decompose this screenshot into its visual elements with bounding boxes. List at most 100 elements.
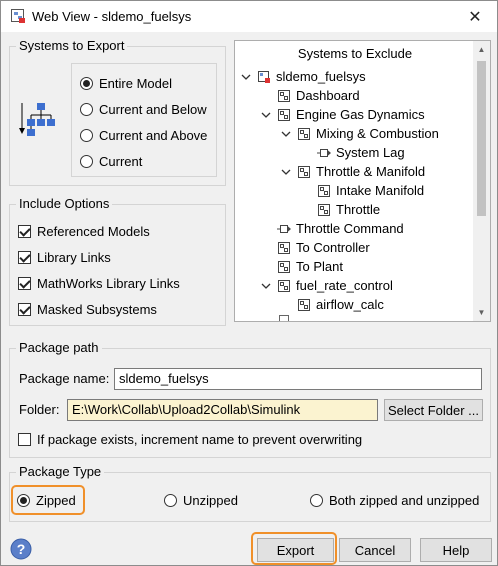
- tree-item-mixing-combustion[interactable]: Mixing & Combustion: [279, 124, 439, 143]
- tree-item-label: Mixing & Combustion: [316, 126, 439, 141]
- radio-label: Zipped: [36, 493, 76, 508]
- scroll-up-icon[interactable]: ▲: [473, 41, 490, 58]
- radio-dot: [164, 494, 177, 507]
- checkbox-box: [18, 433, 31, 446]
- radio-current-and-below[interactable]: Current and Below: [80, 102, 207, 117]
- radio-label: Entire Model: [99, 76, 172, 91]
- chevron-down-icon[interactable]: [259, 108, 273, 122]
- checkbox-box: [18, 225, 31, 238]
- scroll-down-icon[interactable]: ▼: [473, 304, 490, 321]
- tree-item-engine-gas-dynamics[interactable]: Engine Gas Dynamics: [259, 105, 425, 124]
- tree-item-label: Throttle & Manifold: [316, 164, 426, 179]
- tree-scrollbar[interactable]: ▲ ▼: [473, 41, 490, 321]
- tree-item-airflow-calc[interactable]: airflow_calc: [297, 295, 384, 314]
- radio-label: Unzipped: [183, 493, 238, 508]
- close-icon: ✕: [468, 8, 482, 26]
- radio-label: Current and Below: [99, 102, 207, 117]
- radio-dot: [80, 129, 93, 142]
- package-path-group: Package path Package name: sldemo_fuelsy…: [9, 340, 491, 458]
- tree-item-fuel-rate-control[interactable]: fuel_rate_control: [259, 276, 393, 295]
- tree-item-throttle-command[interactable]: Throttle Command: [277, 219, 404, 238]
- chevron-down-icon[interactable]: [259, 279, 273, 293]
- export-button[interactable]: Export: [257, 538, 334, 562]
- checkbox-increment-name[interactable]: If package exists, increment name to pre…: [18, 432, 362, 447]
- tree-item-to-plant[interactable]: To Plant: [277, 257, 343, 276]
- package-name-input[interactable]: sldemo_fuelsys: [114, 368, 482, 390]
- tree-item-label: To Plant: [296, 259, 343, 274]
- close-button[interactable]: ✕: [453, 1, 497, 32]
- subsystem-icon: [318, 184, 330, 197]
- radio-dot: [310, 494, 323, 507]
- tree-item-label: Intake Manifold: [336, 183, 425, 198]
- tree-item-system-lag[interactable]: System Lag: [317, 143, 405, 162]
- checkbox-box: [18, 303, 31, 316]
- tree-item-label: fuel_rate_control: [296, 278, 393, 293]
- radio-unzipped[interactable]: Unzipped: [164, 493, 238, 508]
- subsystem-icon: [278, 241, 290, 254]
- chevron-down-icon[interactable]: [239, 70, 253, 84]
- subsystem-icon: [318, 203, 330, 216]
- scrollbar-thumb[interactable]: [477, 61, 486, 216]
- radio-dot: [80, 155, 93, 168]
- block-icon: [277, 224, 291, 233]
- tree-item-label: Engine Gas Dynamics: [296, 107, 425, 122]
- package-name-label: Package name:: [19, 371, 110, 386]
- tree-item-label: Dashboard: [296, 88, 360, 103]
- checkbox-box: [18, 277, 31, 290]
- radio-entire-model[interactable]: Entire Model: [80, 76, 172, 91]
- tree-item-label: Throttle Command: [296, 221, 404, 236]
- web-view-dialog: Web View - sldemo_fuelsys ✕ Systems to E…: [0, 0, 498, 566]
- folder-label: Folder:: [19, 402, 60, 417]
- block-icon: [317, 148, 331, 157]
- tree-item-label: System Lag: [336, 145, 405, 160]
- checkbox-box: [18, 251, 31, 264]
- radio-dot: [17, 494, 30, 507]
- subsystem-icon: [298, 127, 310, 140]
- package-path-legend: Package path: [16, 340, 102, 356]
- subsystem-icon: [278, 89, 290, 102]
- folder-input[interactable]: E:\Work\Collab\Upload2Collab\Simulink: [67, 399, 378, 421]
- tree-item-dashboard[interactable]: Dashboard: [277, 86, 360, 105]
- model-hierarchy-icon: [19, 103, 55, 136]
- checkbox-label: If package exists, increment name to pre…: [37, 432, 363, 447]
- help-button[interactable]: Help: [420, 538, 492, 562]
- package-type-group: Package Type Zipped Unzipped Both zipped…: [9, 464, 491, 522]
- checkbox-mathworks-library-links[interactable]: MathWorks Library Links: [18, 276, 180, 291]
- model-icon: [258, 70, 270, 83]
- radio-both-zipped-unzipped[interactable]: Both zipped and unzipped: [310, 493, 479, 508]
- systems-to-export-legend: Systems to Export: [16, 38, 128, 54]
- subsystem-icon: [278, 279, 290, 292]
- select-folder-button[interactable]: Select Folder ...: [384, 399, 483, 421]
- checkbox-referenced-models[interactable]: Referenced Models: [18, 224, 150, 239]
- tree-item-partial: [279, 315, 289, 321]
- tree-item-throttle[interactable]: Throttle: [317, 200, 380, 219]
- radio-label: Current: [99, 154, 143, 169]
- checkbox-library-links[interactable]: Library Links: [18, 250, 111, 265]
- radio-current[interactable]: Current: [80, 154, 142, 169]
- radio-label: Both zipped and unzipped: [329, 493, 480, 508]
- radio-dot: [80, 103, 93, 116]
- model-icon: [11, 9, 25, 23]
- title-bar[interactable]: Web View - sldemo_fuelsys ✕: [1, 1, 497, 32]
- checkbox-label: Referenced Models: [37, 224, 150, 239]
- cancel-button[interactable]: Cancel: [339, 538, 411, 562]
- tree-item-intake-manifold[interactable]: Intake Manifold: [317, 181, 424, 200]
- checkbox-label: Library Links: [37, 250, 111, 265]
- window-title: Web View - sldemo_fuelsys: [32, 9, 192, 24]
- chevron-down-icon[interactable]: [279, 127, 293, 141]
- systems-to-export-group: Systems to Export Entire Model Current a…: [9, 38, 226, 186]
- tree-item-label: Throttle: [336, 202, 381, 217]
- chevron-down-icon[interactable]: [279, 165, 293, 179]
- tree-header: Systems to Exclude: [297, 46, 413, 61]
- checkbox-masked-subsystems[interactable]: Masked Subsystems: [18, 302, 157, 317]
- tree-item-to-controller[interactable]: To Controller: [277, 238, 370, 257]
- help-icon[interactable]: ?: [10, 538, 32, 560]
- subsystem-icon: [278, 108, 290, 121]
- radio-zipped[interactable]: Zipped: [17, 493, 76, 508]
- radio-current-and-above[interactable]: Current and Above: [80, 128, 207, 143]
- radio-dot: [80, 77, 93, 90]
- tree-item-sldemo-fuelsys[interactable]: sldemo_fuelsys: [239, 67, 366, 86]
- systems-to-exclude-tree[interactable]: Systems to Exclude sldemo_fuelsys Dashbo…: [234, 40, 491, 322]
- tree-item-throttle-manifold[interactable]: Throttle & Manifold: [279, 162, 425, 181]
- radio-label: Current and Above: [99, 128, 208, 143]
